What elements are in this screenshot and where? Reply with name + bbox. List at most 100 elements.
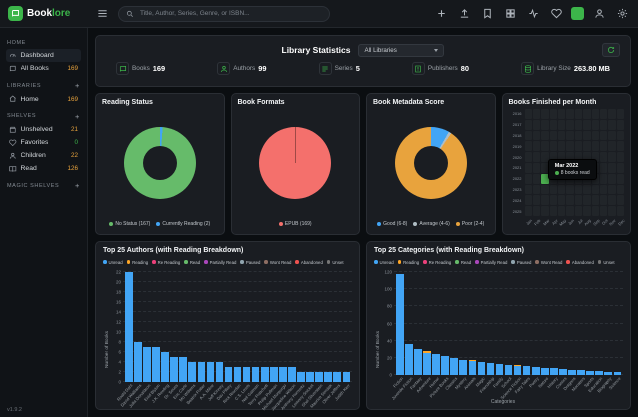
legend-item[interactable]: Wont Read [535,260,562,265]
heatmap-cell[interactable] [533,185,540,195]
bar[interactable] [306,272,314,382]
heatmap-cell[interactable] [533,152,540,162]
heatmap-cell[interactable] [617,163,624,173]
heatmap-cell[interactable] [583,120,590,130]
heatmap-cell[interactable] [558,206,565,216]
bar[interactable] [270,272,278,382]
heatmap-cell[interactable] [566,206,573,216]
heatmap-cell[interactable] [525,109,532,119]
heatmap-cell[interactable] [550,206,557,216]
book-formats-pie-chart[interactable] [259,127,331,199]
heatmap-cell[interactable] [575,120,582,130]
legend-item[interactable]: Partially Read [475,260,507,265]
heatmap-cell[interactable] [608,131,615,141]
sidebar-item-all-books[interactable]: All Books 169 [6,62,81,75]
heatmap-cell[interactable] [592,131,599,141]
bar[interactable] [225,272,233,382]
bar[interactable] [532,272,540,375]
bar[interactable] [514,272,522,375]
legend-item[interactable]: Reading [398,260,420,265]
heatmap-cell[interactable] [608,109,615,119]
heatmap-cell[interactable] [558,120,565,130]
add-library-icon[interactable]: + [75,82,80,90]
bar[interactable] [161,272,169,382]
legend-item[interactable]: Reading [127,260,149,265]
heatmap-cell[interactable] [550,185,557,195]
heatmap-cell[interactable] [550,120,557,130]
bar[interactable] [179,272,187,382]
bar[interactable] [487,272,495,375]
heatmap-cell[interactable] [600,174,607,184]
heatmap-cell[interactable] [575,141,582,151]
bar[interactable] [188,272,196,382]
heatmap-cell[interactable] [617,109,624,119]
activity-icon[interactable] [525,6,541,22]
heatmap-cell[interactable] [600,195,607,205]
heatmap-cell[interactable] [541,131,548,141]
heatmap-cell[interactable] [583,141,590,151]
heatmap-cell[interactable] [541,120,548,130]
bar[interactable] [297,272,305,382]
heatmap-cell[interactable] [617,206,624,216]
bar[interactable] [343,272,351,382]
heatmap-cell[interactable] [600,131,607,141]
heatmap-cell[interactable] [558,141,565,151]
heatmap-cell[interactable] [525,141,532,151]
heatmap-cell[interactable] [600,163,607,173]
legend-item[interactable]: Unset [327,260,344,265]
bar[interactable] [279,272,287,382]
heatmap-cell[interactable] [525,195,532,205]
status-square-icon[interactable] [571,7,584,20]
bar[interactable] [604,272,612,375]
bar[interactable] [143,272,151,382]
add-magic-shelf-icon[interactable]: + [75,182,80,190]
heatmap-cell[interactable] [566,109,573,119]
upload-icon[interactable] [456,6,472,22]
heatmap-cell[interactable] [558,185,565,195]
layout-grid-icon[interactable] [502,6,518,22]
heatmap-cell[interactable] [550,195,557,205]
library-select[interactable]: All Libraries [358,44,444,57]
heatmap-cell[interactable] [617,141,624,151]
heatmap-cell[interactable] [617,131,624,141]
heatmap-cell[interactable] [608,152,615,162]
heatmap-cell[interactable] [608,163,615,173]
bar[interactable] [441,272,449,375]
heatmap-cell[interactable] [566,141,573,151]
sidebar-item-favorites[interactable]: Favorites 0 [6,136,81,149]
heatmap-cell[interactable] [566,185,573,195]
heatmap-cell[interactable] [575,206,582,216]
legend-item[interactable]: Wont Read [264,260,291,265]
legend-item[interactable]: Abandoned [295,260,322,265]
legend-item[interactable]: Re Reading [152,260,180,265]
heatmap-cell[interactable] [558,109,565,119]
bar[interactable] [541,272,549,375]
heatmap-cell[interactable] [600,109,607,119]
heatmap-cell[interactable] [592,141,599,151]
heatmap-cell[interactable] [617,120,624,130]
sidebar-item-library-home[interactable]: Home 169 [6,93,81,106]
sidebar-item-children[interactable]: Children 22 [6,149,81,162]
add-icon[interactable] [433,6,449,22]
heatmap-cell[interactable] [566,120,573,130]
legend-item[interactable]: Unread [374,260,394,265]
heatmap-cell[interactable] [592,195,599,205]
heatmap-cell[interactable] [541,109,548,119]
heatmap-cell[interactable] [592,206,599,216]
bar[interactable] [134,272,142,382]
heatmap-cell[interactable] [592,109,599,119]
legend-item[interactable]: Read [184,260,200,265]
heatmap-cell[interactable] [525,163,532,173]
heatmap-cell[interactable] [533,195,540,205]
bar[interactable] [198,272,206,382]
heatmap-cell[interactable] [617,174,624,184]
heatmap-cell[interactable] [566,195,573,205]
bar[interactable] [450,272,458,375]
heatmap-cell[interactable] [558,195,565,205]
bar[interactable] [432,272,440,375]
heatmap-cell[interactable] [541,141,548,151]
heatmap-cell[interactable] [533,163,540,173]
heatmap-cell[interactable] [583,185,590,195]
bar[interactable] [234,272,242,382]
bar[interactable] [478,272,486,375]
